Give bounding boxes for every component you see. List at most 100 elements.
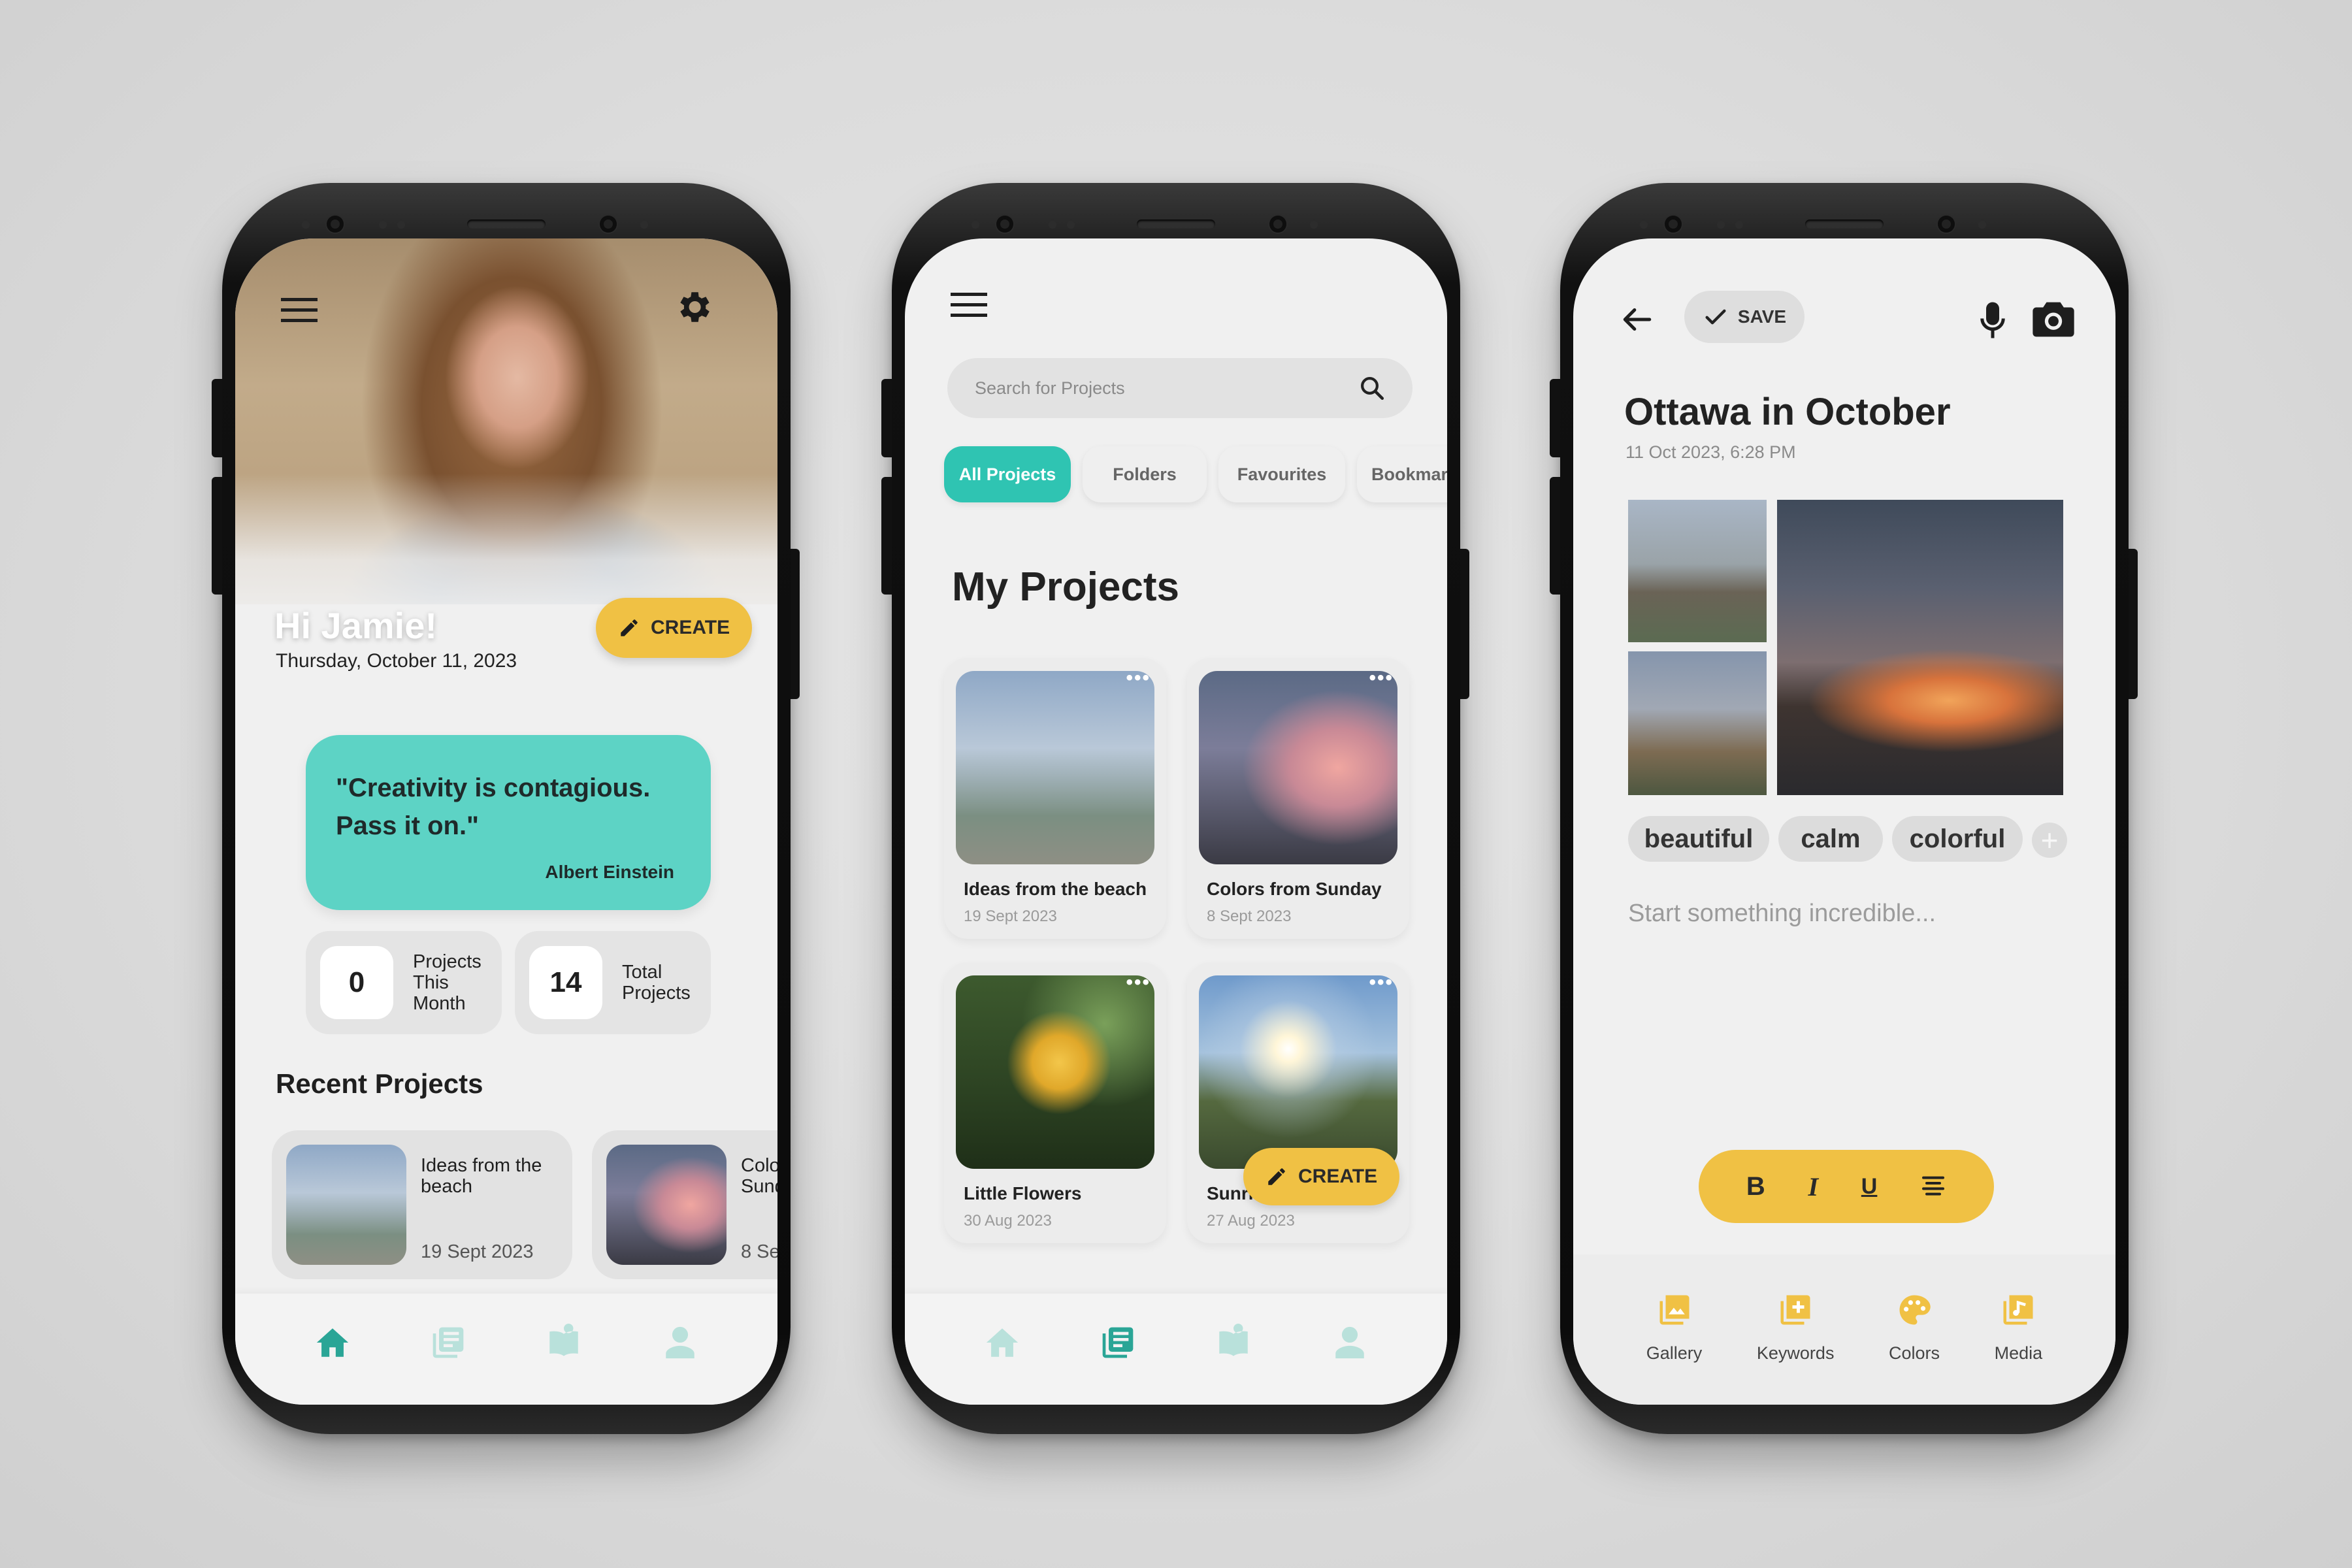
project-title: Ideas from the beach xyxy=(964,879,1147,899)
page-title: My Projects xyxy=(952,564,1180,610)
project-card[interactable]: ••• Little Flowers 30 Aug 2023 xyxy=(944,962,1166,1243)
back-arrow-icon[interactable] xyxy=(1618,300,1657,339)
tag-chip[interactable]: calm xyxy=(1778,816,1883,862)
phone-top-hardware xyxy=(1560,209,2129,239)
phone-top-hardware xyxy=(892,209,1460,239)
save-button[interactable]: SAVE xyxy=(1684,291,1805,343)
project-image xyxy=(956,975,1154,1169)
stat-projects-this-month[interactable]: 0 Projects This Month xyxy=(306,931,502,1034)
italic-button[interactable]: I xyxy=(1808,1171,1818,1202)
more-options-icon[interactable]: ••• xyxy=(1369,667,1394,689)
tool-bar: Gallery Keywords Colors Media xyxy=(1573,1254,2115,1405)
project-title: Colors from Sunday xyxy=(1207,879,1382,899)
projects-list-icon[interactable] xyxy=(1100,1324,1136,1361)
gear-icon[interactable] xyxy=(672,286,715,329)
note-datetime: 11 Oct 2023, 6:28 PM xyxy=(1625,442,1796,462)
bold-button[interactable]: B xyxy=(1746,1172,1765,1201)
project-date: 30 Aug 2023 xyxy=(964,1212,1052,1230)
create-label: CREATE xyxy=(651,617,730,638)
recent-project-card[interactable]: Colors from Sunday 8 Sept 2023 xyxy=(592,1130,777,1279)
stat-total-projects[interactable]: 14 Total Projects xyxy=(515,931,711,1034)
project-card[interactable]: ••• Ideas from the beach 19 Sept 2023 xyxy=(944,658,1166,939)
project-title: Ideas from the beach xyxy=(421,1155,542,1197)
project-date: 8 Sept 2023 xyxy=(741,1241,777,1262)
stat-label: Total Projects xyxy=(622,962,691,1004)
tab-bookmarks[interactable]: Bookmarks xyxy=(1357,446,1447,502)
note-body-placeholder[interactable]: Start something incredible... xyxy=(1628,900,1936,928)
recent-projects-title: Recent Projects xyxy=(276,1068,483,1099)
projects-list-icon[interactable] xyxy=(430,1324,466,1361)
project-image xyxy=(1199,975,1397,1169)
profile-icon[interactable] xyxy=(661,1324,699,1362)
media-icon xyxy=(2001,1292,2036,1328)
home-icon[interactable] xyxy=(983,1324,1021,1362)
search-input[interactable]: Search for Projects xyxy=(947,358,1413,418)
profile-icon[interactable] xyxy=(1331,1324,1369,1362)
tool-label: Gallery xyxy=(1646,1343,1703,1363)
project-date: 19 Sept 2023 xyxy=(964,907,1057,925)
microphone-icon[interactable] xyxy=(1973,297,2012,343)
save-label: SAVE xyxy=(1737,306,1787,327)
search-icon[interactable] xyxy=(1358,374,1386,402)
search-placeholder: Search for Projects xyxy=(975,378,1125,398)
more-options-icon[interactable]: ••• xyxy=(1126,972,1151,994)
note-photo[interactable] xyxy=(1777,500,2063,795)
tool-media[interactable]: Media xyxy=(1994,1292,2043,1405)
tool-gallery[interactable]: Gallery xyxy=(1646,1292,1703,1405)
project-image xyxy=(956,671,1154,864)
format-toolbar: B I U xyxy=(1699,1150,1994,1223)
quote-text: "Creativity is contagious. Pass it on." xyxy=(336,774,651,840)
quote-card: "Creativity is contagious. Pass it on." … xyxy=(306,735,711,910)
tool-colors[interactable]: Colors xyxy=(1889,1292,1940,1405)
tool-label: Keywords xyxy=(1756,1343,1835,1363)
greeting-text: Hi Jamie! xyxy=(274,605,437,646)
hamburger-menu-icon[interactable] xyxy=(280,291,319,330)
add-tag-icon[interactable]: + xyxy=(2032,823,2067,858)
add-keyword-icon xyxy=(1778,1292,1813,1328)
bottom-nav xyxy=(905,1294,1447,1405)
tab-favourites[interactable]: Favourites xyxy=(1218,446,1345,502)
palette-icon xyxy=(1897,1292,1932,1328)
note-title[interactable]: Ottawa in October xyxy=(1624,390,1951,434)
stat-label: Projects This Month xyxy=(413,951,482,1014)
quote-author: Albert Einstein xyxy=(545,862,674,882)
phone-home: Hi Jamie! Thursday, October 11, 2023 CRE… xyxy=(212,183,800,1434)
underline-button[interactable]: U xyxy=(1861,1174,1878,1200)
project-title: Little Flowers xyxy=(964,1183,1082,1203)
hamburger-menu-icon[interactable] xyxy=(949,286,988,325)
camera-icon[interactable] xyxy=(2031,300,2076,339)
tab-folders[interactable]: Folders xyxy=(1083,446,1207,502)
tool-label: Media xyxy=(1994,1343,2043,1363)
phone-editor: SAVE Ottawa in October 11 Oct 2023, 6:28… xyxy=(1550,183,2138,1434)
recent-project-card[interactable]: Ideas from the beach 19 Sept 2023 xyxy=(272,1130,572,1279)
tool-label: Colors xyxy=(1889,1343,1940,1363)
tool-keywords[interactable]: Keywords xyxy=(1756,1292,1835,1405)
create-fab[interactable]: CREATE xyxy=(1243,1148,1400,1205)
current-date: Thursday, October 11, 2023 xyxy=(276,650,517,672)
home-icon[interactable] xyxy=(314,1324,351,1362)
editor-screen: SAVE Ottawa in October 11 Oct 2023, 6:28… xyxy=(1573,238,2115,1405)
note-photo[interactable] xyxy=(1628,651,1767,795)
tag-chip[interactable]: beautiful xyxy=(1628,816,1769,862)
project-date: 27 Aug 2023 xyxy=(1207,1212,1295,1230)
tag-chip[interactable]: colorful xyxy=(1892,816,2023,862)
stat-value: 0 xyxy=(320,946,393,1019)
book-icon[interactable] xyxy=(1215,1324,1252,1362)
project-card[interactable]: ••• Colors from Sunday 8 Sept 2023 xyxy=(1187,658,1409,939)
home-screen: Hi Jamie! Thursday, October 11, 2023 CRE… xyxy=(235,238,777,1405)
create-label: CREATE xyxy=(1298,1166,1378,1187)
more-options-icon[interactable]: ••• xyxy=(1369,972,1394,994)
pencil-icon xyxy=(1266,1166,1288,1188)
tab-all-projects[interactable]: All Projects xyxy=(944,446,1071,502)
project-thumbnail xyxy=(286,1145,406,1265)
projects-screen: Search for Projects All Projects Folders… xyxy=(905,238,1447,1405)
create-button[interactable]: CREATE xyxy=(596,598,753,658)
align-icon[interactable] xyxy=(1920,1173,1946,1200)
checkmark-icon xyxy=(1703,304,1729,330)
more-options-icon[interactable]: ••• xyxy=(1126,667,1151,689)
project-image xyxy=(1199,671,1397,864)
book-icon[interactable] xyxy=(545,1324,583,1362)
project-date: 8 Sept 2023 xyxy=(1207,907,1292,925)
note-photo[interactable] xyxy=(1628,500,1767,642)
pencil-icon xyxy=(618,617,640,639)
